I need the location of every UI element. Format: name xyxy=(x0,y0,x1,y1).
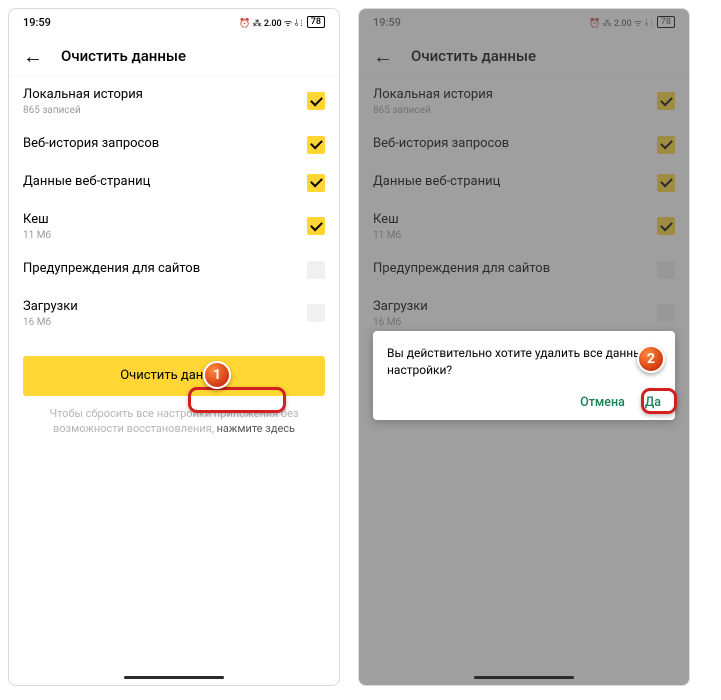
cancel-button[interactable]: Отмена xyxy=(580,395,625,410)
page-title: Очистить данные xyxy=(61,47,186,65)
checkbox-icon[interactable] xyxy=(307,261,325,279)
list-item[interactable]: Веб-история запросов xyxy=(23,126,325,164)
status-right: ⏰ ⁂ 2.00 ᯤ ⫰ ⫶ 78 xyxy=(239,16,325,29)
back-icon[interactable]: ← xyxy=(23,46,43,66)
item-label: Загрузки xyxy=(23,299,78,316)
status-icons: ⏰ ⁂ 2.00 ᯤ ⫰ ⫶ xyxy=(239,16,303,29)
checkbox-icon[interactable] xyxy=(307,136,325,154)
dialog-actions: Отмена Да xyxy=(387,395,661,410)
item-label: Веб-история запросов xyxy=(23,136,159,153)
ok-button[interactable]: Да xyxy=(645,395,661,410)
item-label: Кеш xyxy=(23,212,51,229)
item-label: Данные веб-страниц xyxy=(23,174,150,191)
home-indicator-icon xyxy=(124,676,224,679)
reset-hint: Чтобы сбросить все настройки приложения … xyxy=(23,406,325,437)
phone-left: 19:59 ⏰ ⁂ 2.00 ᯤ ⫰ ⫶ 78 ← Очистить данны… xyxy=(8,8,340,686)
confirm-dialog: Вы действительно хотите удалить все данн… xyxy=(373,331,675,420)
item-label: Локальная история xyxy=(23,87,143,104)
item-sub: 16 Мб xyxy=(23,317,78,328)
checkbox-icon[interactable] xyxy=(307,174,325,192)
battery-icon: 78 xyxy=(307,16,325,28)
checkbox-icon[interactable] xyxy=(307,92,325,110)
list-item[interactable]: Кеш 11 Мб xyxy=(23,202,325,251)
reset-hint-link[interactable]: нажмите здесь xyxy=(217,422,295,435)
status-bar: 19:59 ⏰ ⁂ 2.00 ᯤ ⫰ ⫶ 78 xyxy=(9,9,339,35)
status-time: 19:59 xyxy=(23,16,51,29)
item-sub: 11 Мб xyxy=(23,230,51,241)
item-label: Предупреждения для сайтов xyxy=(23,261,200,278)
settings-list: Локальная история 865 записей Веб-истори… xyxy=(9,77,339,436)
list-item[interactable]: Предупреждения для сайтов xyxy=(23,251,325,289)
item-sub: 865 записей xyxy=(23,105,143,116)
app-header: ← Очистить данные xyxy=(9,35,339,77)
list-item[interactable]: Загрузки 16 Мб xyxy=(23,289,325,338)
list-item[interactable]: Данные веб-страниц xyxy=(23,164,325,202)
dialog-message: Вы действительно хотите удалить все данн… xyxy=(387,345,661,379)
list-item[interactable]: Локальная история 865 записей xyxy=(23,77,325,126)
home-indicator-icon xyxy=(474,676,574,679)
clear-data-button[interactable]: Очистить данные xyxy=(23,356,325,396)
phone-right: 19:59 ⏰ ⁂ 2.00 ᯤ ⫰ ⫶ 78 ← Очистить данны… xyxy=(358,8,690,686)
checkbox-icon[interactable] xyxy=(307,304,325,322)
checkbox-icon[interactable] xyxy=(307,217,325,235)
